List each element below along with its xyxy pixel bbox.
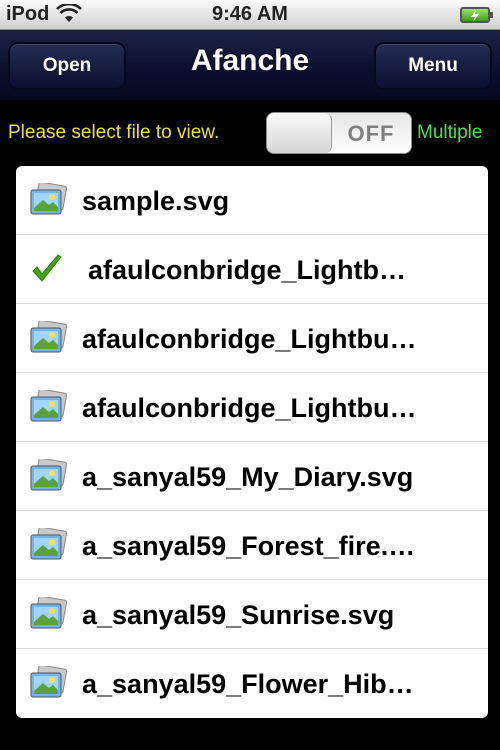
image-file-icon [30,459,68,491]
file-name: afaulconbridge_Lightbu… [82,393,417,423]
clock: 9:46 AM [212,3,288,25]
menu-button[interactable]: Menu [374,42,492,90]
status-bar: iPod 9:46 AM [0,0,500,30]
open-button[interactable]: Open [8,42,126,90]
navigation-bar: Open Afanche Menu [0,30,500,100]
image-file-icon [30,597,68,629]
file-name: a_sanyal59_My_Diary.svg [82,462,414,492]
file-name: afaulconbridge_Lightbu… [82,324,417,354]
file-list: sample.svg afaulconbridge_Lightb… afaulc… [16,166,488,718]
file-row[interactable]: afaulconbridge_Lightbu… [16,304,488,373]
instruction-text: Please select file to view. [8,122,220,143]
battery-charging-icon [460,7,493,23]
image-file-icon [30,321,68,353]
file-row[interactable]: a_sanyal59_Sunrise.svg [16,580,488,649]
file-row[interactable]: sample.svg [16,166,488,235]
image-file-icon [30,390,68,422]
file-name: a_sanyal59_Forest_fire.… [82,531,416,561]
file-name: sample.svg [82,186,230,216]
file-name: a_sanyal59_Sunrise.svg [82,600,395,630]
image-file-icon [30,183,68,215]
instruction-row: Please select file to view. OFF Multiple [0,100,500,162]
file-row[interactable]: afaulconbridge_Lightb… [16,235,488,304]
checkmark-icon [32,254,62,282]
file-row[interactable]: a_sanyal59_My_Diary.svg [16,442,488,511]
multiple-select-toggle[interactable]: OFF [266,112,412,154]
multiple-label: Multiple [417,122,483,143]
file-name: a_sanyal59_Flower_Hib… [82,669,414,699]
toggle-state-label: OFF [347,121,395,146]
file-row[interactable]: afaulconbridge_Lightbu… [16,373,488,442]
app-title: Afanche [190,44,310,77]
file-name: afaulconbridge_Lightb… [88,255,407,285]
file-row[interactable]: a_sanyal59_Flower_Hib… [16,649,488,718]
image-file-icon [30,528,68,560]
image-file-icon [30,666,68,698]
file-row[interactable]: a_sanyal59_Forest_fire.… [16,511,488,580]
toggle-knob[interactable] [267,113,332,153]
